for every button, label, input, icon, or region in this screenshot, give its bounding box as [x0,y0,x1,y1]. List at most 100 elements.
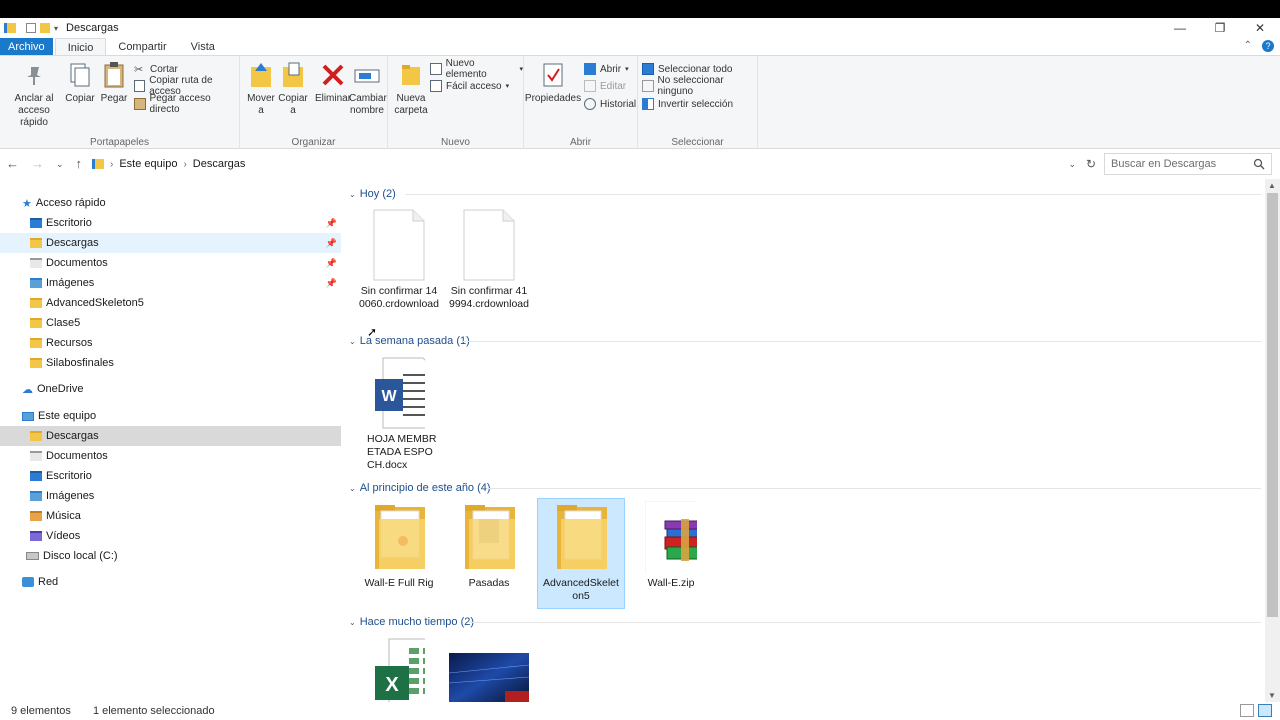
invert-selection-button[interactable]: Invertir selección [642,96,733,112]
nav-quick-advancedskeleton5[interactable]: AdvancedSkeleton5 [0,293,341,313]
tab-compartir[interactable]: Compartir [106,38,178,56]
tab-vista[interactable]: Vista [179,38,227,56]
properties-qa-icon[interactable] [26,23,36,33]
breadcrumb-separator-icon[interactable]: › [183,159,186,170]
nav-quick-documentos[interactable]: Documentos 📌 [0,253,341,273]
folder-item[interactable]: Wall-E Full Rig [355,501,443,609]
scroll-down-arrow-icon[interactable]: ▼ [1268,691,1276,700]
help-icon[interactable]: ? [1262,40,1274,52]
group-header-hoy[interactable]: ⌄ Hoy (2) [349,187,396,201]
delete-button[interactable]: Eliminar [315,60,351,105]
group-divider [469,622,1261,623]
qa-dropdown-icon[interactable]: ▾ [54,24,58,33]
group-label-abrir: Abrir [569,137,592,148]
file-item[interactable]: X [355,638,443,702]
file-item[interactable] [445,653,533,702]
pin-icon[interactable]: 📌 [326,278,337,289]
forward-arrow-icon[interactable]: → [31,156,44,171]
move-to-button[interactable]: Mover a [246,60,276,117]
file-item[interactable]: Sin confirmar 140060.crdownload [355,209,443,329]
pin-icon[interactable]: 📌 [326,258,337,269]
nav-onedrive[interactable]: ☁ OneDrive [0,379,341,399]
edit-button[interactable]: Editar [584,78,626,94]
large-icons-view-icon[interactable] [1258,704,1272,717]
group-title: Hace mucho tiempo (2) [359,616,475,628]
collapse-ribbon-icon[interactable]: ⌃ [1244,40,1252,52]
folder-item[interactable]: Pasadas [445,501,533,609]
copy-to-button[interactable]: Copiar a [278,60,308,117]
paste-button[interactable]: Pegar [98,60,130,105]
nav-quick-clase5[interactable]: Clase5 [0,313,341,333]
breadcrumb-separator-icon[interactable]: › [110,159,113,170]
downloads-folder-icon [30,431,42,441]
pin-icon[interactable]: 📌 [326,238,337,249]
nav-pc-escritorio[interactable]: Escritorio [0,466,341,486]
group-label-portapapeles: Portapapeles [90,137,149,148]
nav-network[interactable]: Red [0,572,341,592]
group-divider [487,488,1261,489]
nav-pc-musica[interactable]: Música [0,506,341,526]
details-view-icon[interactable] [1240,704,1254,717]
chevron-down-icon[interactable]: ⌄ [349,190,356,199]
pin-icon[interactable]: 📌 [326,218,337,229]
tab-inicio[interactable]: Inicio [54,38,107,56]
nav-pc-documentos[interactable]: Documentos [0,446,341,466]
paste-shortcut-button[interactable]: Pegar acceso directo [134,93,239,115]
scrollbar-thumb[interactable] [1267,193,1278,617]
ribbon: Anclar al acceso rápido Copiar Pegar ✂ Co… [0,55,1280,150]
search-input[interactable]: Buscar en Descargas [1104,153,1272,175]
close-button[interactable]: ✕ [1240,18,1280,38]
group-title: Hoy (2) [359,188,396,200]
group-header-semana[interactable]: ⌄ La semana pasada (1) [349,334,470,348]
history-button[interactable]: Historial [584,96,636,112]
new-folder-qa-icon[interactable] [40,23,50,33]
group-header-principio-ano[interactable]: ⌄ Al principio de este año (4) [349,481,491,495]
back-arrow-icon[interactable]: ← [6,156,19,171]
file-item[interactable]: Wall-E.zip [627,501,715,609]
nav-pc-descargas[interactable]: Descargas [0,426,341,446]
nav-quick-escritorio[interactable]: Escritorio 📌 [0,213,341,233]
file-item[interactable]: W HOJA MEMBRETADA ESPOCH.docx [355,357,443,477]
nav-pc-imagenes[interactable]: Imágenes [0,486,341,506]
folder-item-selected[interactable]: AdvancedSkeleton5 [537,498,625,609]
select-none-button[interactable]: No seleccionar ninguno [642,75,757,97]
tab-archivo[interactable]: Archivo [0,38,53,56]
ribbon-tabs: Archivo Inicio Compartir Vista ⌃ ? [0,38,1280,56]
pin-quick-access-button[interactable]: Anclar al acceso rápido [4,60,64,129]
group-header-hace-mucho[interactable]: ⌄ Hace mucho tiempo (2) [349,615,474,629]
nav-pc-videos[interactable]: Vídeos [0,526,341,546]
nav-quick-imagenes[interactable]: Imágenes 📌 [0,273,341,293]
copy-to-label: Copiar a [278,93,308,116]
recent-locations-icon[interactable]: ⌄ [56,159,64,171]
nav-quick-recursos[interactable]: Recursos [0,333,341,353]
properties-button[interactable]: Propiedades [525,60,581,105]
open-button[interactable]: Abrir ▾ [584,61,629,77]
refresh-icon[interactable]: ↻ [1086,157,1096,171]
breadcrumb-descargas[interactable]: Descargas [193,158,246,170]
folder-icon [30,338,42,348]
up-arrow-icon[interactable]: ↑ [76,156,83,171]
maximize-button[interactable]: ❐ [1200,18,1240,38]
vertical-scrollbar[interactable]: ▲ ▼ [1265,179,1280,702]
new-item-button[interactable]: Nuevo elemento ▾ [430,58,523,80]
nav-pc-disco-c[interactable]: Disco local (C:) [0,546,341,566]
nav-quick-silabosfinales[interactable]: Silabosfinales [0,353,341,373]
address-dropdown-icon[interactable]: ⌄ [1068,159,1076,170]
copy-path-button[interactable]: Copiar ruta de acceso [134,75,239,97]
easy-access-button[interactable]: Fácil acceso ▾ [430,78,509,94]
chevron-down-icon[interactable]: ⌄ [349,618,356,627]
nav-quick-descargas[interactable]: Descargas 📌 [0,233,341,253]
chevron-down-icon[interactable]: ⌄ [349,484,356,493]
nav-quick-access[interactable]: ★ Acceso rápido [0,193,341,213]
copy-button[interactable]: Copiar [64,60,96,105]
move-to-icon [251,63,271,87]
address-bar[interactable]: › Este equipo › Descargas ⌄ ↻ [92,153,1100,175]
rename-button[interactable]: Cambiar nombre [349,60,387,117]
minimize-button[interactable]: — [1160,18,1200,38]
new-folder-button[interactable]: Nueva carpeta [394,60,428,117]
chevron-down-icon[interactable]: ⌄ [349,337,356,346]
nav-this-pc[interactable]: Este equipo [0,406,341,426]
scroll-up-arrow-icon[interactable]: ▲ [1268,181,1276,190]
file-item[interactable]: Sin confirmar 419994.crdownload [445,209,533,329]
breadcrumb-este-equipo[interactable]: Este equipo [119,158,177,170]
